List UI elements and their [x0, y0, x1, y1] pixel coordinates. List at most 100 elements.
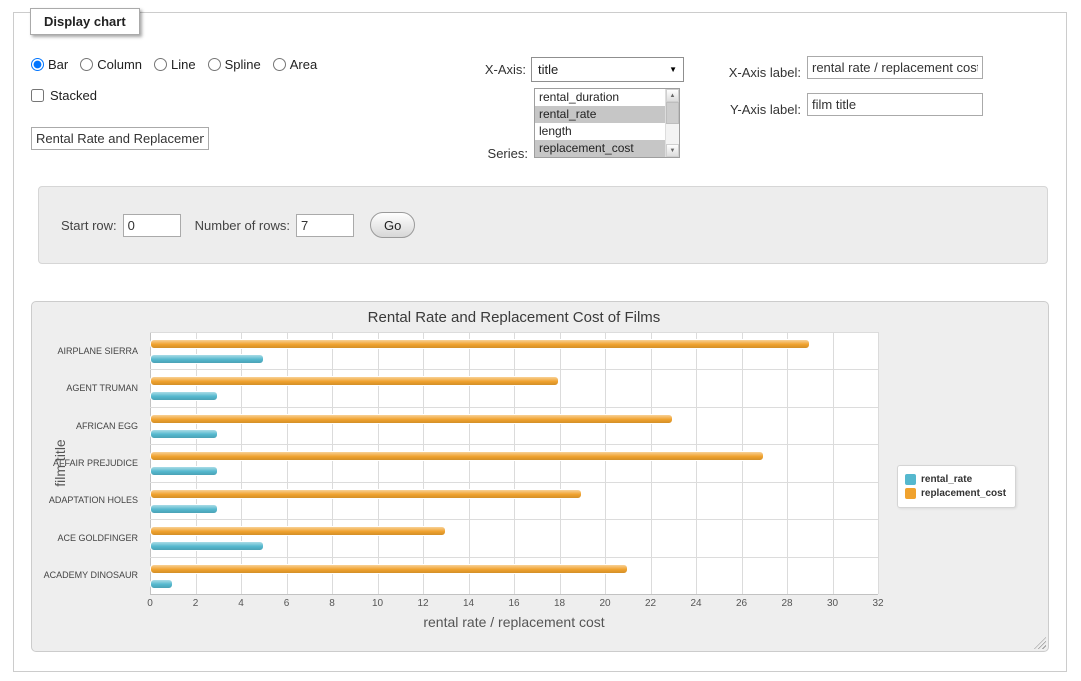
series-option-replacement_cost[interactable]: replacement_cost — [535, 140, 665, 157]
row-range-panel: Start row: Number of rows: Go — [38, 186, 1048, 264]
chart-type-radios: Bar Column Line Spline Area — [31, 57, 317, 72]
chart-type-option-line[interactable]: Line — [154, 57, 196, 72]
x-tick-label: 8 — [329, 598, 335, 609]
display-chart-panel: Display chart BarColumnLineSplineArea St… — [13, 12, 1067, 672]
bar-replacement_cost[interactable] — [150, 489, 582, 499]
plot-area — [150, 332, 878, 594]
scroll-down-icon[interactable]: ▼ — [666, 144, 679, 157]
bar-rental_rate[interactable] — [150, 391, 218, 401]
x-tick-label: 24 — [690, 598, 701, 609]
x-tick-label: 26 — [736, 598, 747, 609]
chart-title-input[interactable] — [31, 127, 209, 150]
xaxis-label-field-label: X-Axis label: — [714, 65, 801, 80]
category-label: AFRICAN EGG — [76, 421, 138, 431]
resize-handle-icon[interactable] — [1034, 637, 1046, 649]
bar-replacement_cost[interactable] — [150, 339, 810, 349]
bar-rental_rate[interactable] — [150, 541, 264, 551]
chart-type-option-bar[interactable]: Bar — [31, 57, 68, 72]
category-label: ACE GOLDFINGER — [57, 533, 138, 543]
number-of-rows-label: Number of rows: — [195, 218, 290, 233]
x-tick-label: 16 — [508, 598, 519, 609]
legend-item-rental_rate[interactable]: rental_rate — [905, 474, 1006, 485]
stacked-label: Stacked — [50, 88, 97, 103]
bar-replacement_cost[interactable] — [150, 376, 559, 386]
horizontal-gridline — [150, 594, 878, 595]
xaxis-label-input[interactable] — [807, 56, 983, 79]
yaxis-label-input[interactable] — [807, 93, 983, 116]
legend-item-label: replacement_cost — [921, 488, 1006, 499]
chart-type-option-label: Bar — [48, 57, 68, 72]
x-tick-label: 18 — [554, 598, 565, 609]
legend-item-replacement_cost[interactable]: replacement_cost — [905, 488, 1006, 499]
yaxis-label-field-label: Y-Axis label: — [714, 102, 801, 117]
category-label: AIRPLANE SIERRA — [57, 346, 138, 356]
chart-type-option-label: Spline — [225, 57, 261, 72]
scroll-up-icon[interactable]: ▲ — [666, 89, 679, 102]
x-tick-label: 12 — [417, 598, 428, 609]
scrollbar[interactable]: ▲ ▼ — [665, 89, 679, 157]
category-label: ACADEMY DINOSAUR — [44, 570, 138, 580]
series-list-label: Series: — [444, 146, 528, 161]
bar-replacement_cost[interactable] — [150, 526, 446, 536]
bar-group — [150, 557, 878, 594]
chart-type-option-label: Area — [290, 57, 317, 72]
bar-group — [150, 519, 878, 556]
x-tick-label: 32 — [872, 598, 883, 609]
bar-group — [150, 332, 878, 369]
chart-type-radio-column[interactable] — [80, 58, 93, 71]
series-option-length[interactable]: length — [535, 123, 665, 140]
category-label: ADAPTATION HOLES — [49, 495, 138, 505]
legend-item-label: rental_rate — [921, 474, 972, 485]
x-tick-label: 10 — [372, 598, 383, 609]
chart-type-radio-bar[interactable] — [31, 58, 44, 71]
go-button[interactable]: Go — [370, 212, 415, 238]
bar-rental_rate[interactable] — [150, 504, 218, 514]
stacked-checkbox[interactable] — [31, 89, 44, 102]
category-label: AGENT TRUMAN — [66, 383, 138, 393]
chart-type-option-label: Line — [171, 57, 196, 72]
chart-type-option-column[interactable]: Column — [80, 57, 142, 72]
bar-replacement_cost[interactable] — [150, 564, 628, 574]
series-multiselect[interactable]: rental_durationrental_ratelengthreplacem… — [534, 88, 680, 158]
bar-rental_rate[interactable] — [150, 579, 173, 589]
start-row-label: Start row: — [61, 218, 117, 233]
x-tick-label: 20 — [599, 598, 610, 609]
series-option-rental_duration[interactable]: rental_duration — [535, 89, 665, 106]
x-tick-label: 2 — [193, 598, 199, 609]
bar-rental_rate[interactable] — [150, 354, 264, 364]
panel-title: Display chart — [30, 8, 140, 35]
stacked-option[interactable]: Stacked — [31, 88, 97, 103]
xaxis-select[interactable]: title ▼ — [531, 57, 684, 82]
bar-rental_rate[interactable] — [150, 429, 218, 439]
chart-panel: Rental Rate and Replacement Cost of Film… — [31, 301, 1049, 652]
bar-group — [150, 407, 878, 444]
chart-type-radio-line[interactable] — [154, 58, 167, 71]
chart-type-option-area[interactable]: Area — [273, 57, 317, 72]
series-options: rental_durationrental_ratelengthreplacem… — [535, 89, 665, 157]
x-tick-label: 22 — [645, 598, 656, 609]
bar-rental_rate[interactable] — [150, 466, 218, 476]
chart-title: Rental Rate and Replacement Cost of Film… — [150, 309, 878, 326]
bar-replacement_cost[interactable] — [150, 414, 673, 424]
number-of-rows-input[interactable] — [296, 214, 354, 237]
bar-group — [150, 482, 878, 519]
vertical-gridline — [878, 332, 879, 594]
series-option-rental_rate[interactable]: rental_rate — [535, 106, 665, 123]
chart-type-radio-area[interactable] — [273, 58, 286, 71]
x-tick-label: 6 — [284, 598, 290, 609]
legend-swatch-icon — [905, 474, 916, 485]
start-row-input[interactable] — [123, 214, 181, 237]
x-tick-label: 30 — [827, 598, 838, 609]
scrollbar-thumb[interactable] — [666, 102, 679, 124]
legend-swatch-icon — [905, 488, 916, 499]
x-tick-label: 4 — [238, 598, 244, 609]
dropdown-arrow-icon: ▼ — [669, 65, 677, 74]
xaxis-select-value: title — [538, 62, 558, 77]
chart-type-option-label: Column — [97, 57, 142, 72]
chart-type-option-spline[interactable]: Spline — [208, 57, 261, 72]
chart-type-radio-spline[interactable] — [208, 58, 221, 71]
x-tick-label: 0 — [147, 598, 153, 609]
xaxis-select-label: X-Axis: — [454, 62, 526, 77]
bar-replacement_cost[interactable] — [150, 451, 764, 461]
x-tick-label: 28 — [781, 598, 792, 609]
